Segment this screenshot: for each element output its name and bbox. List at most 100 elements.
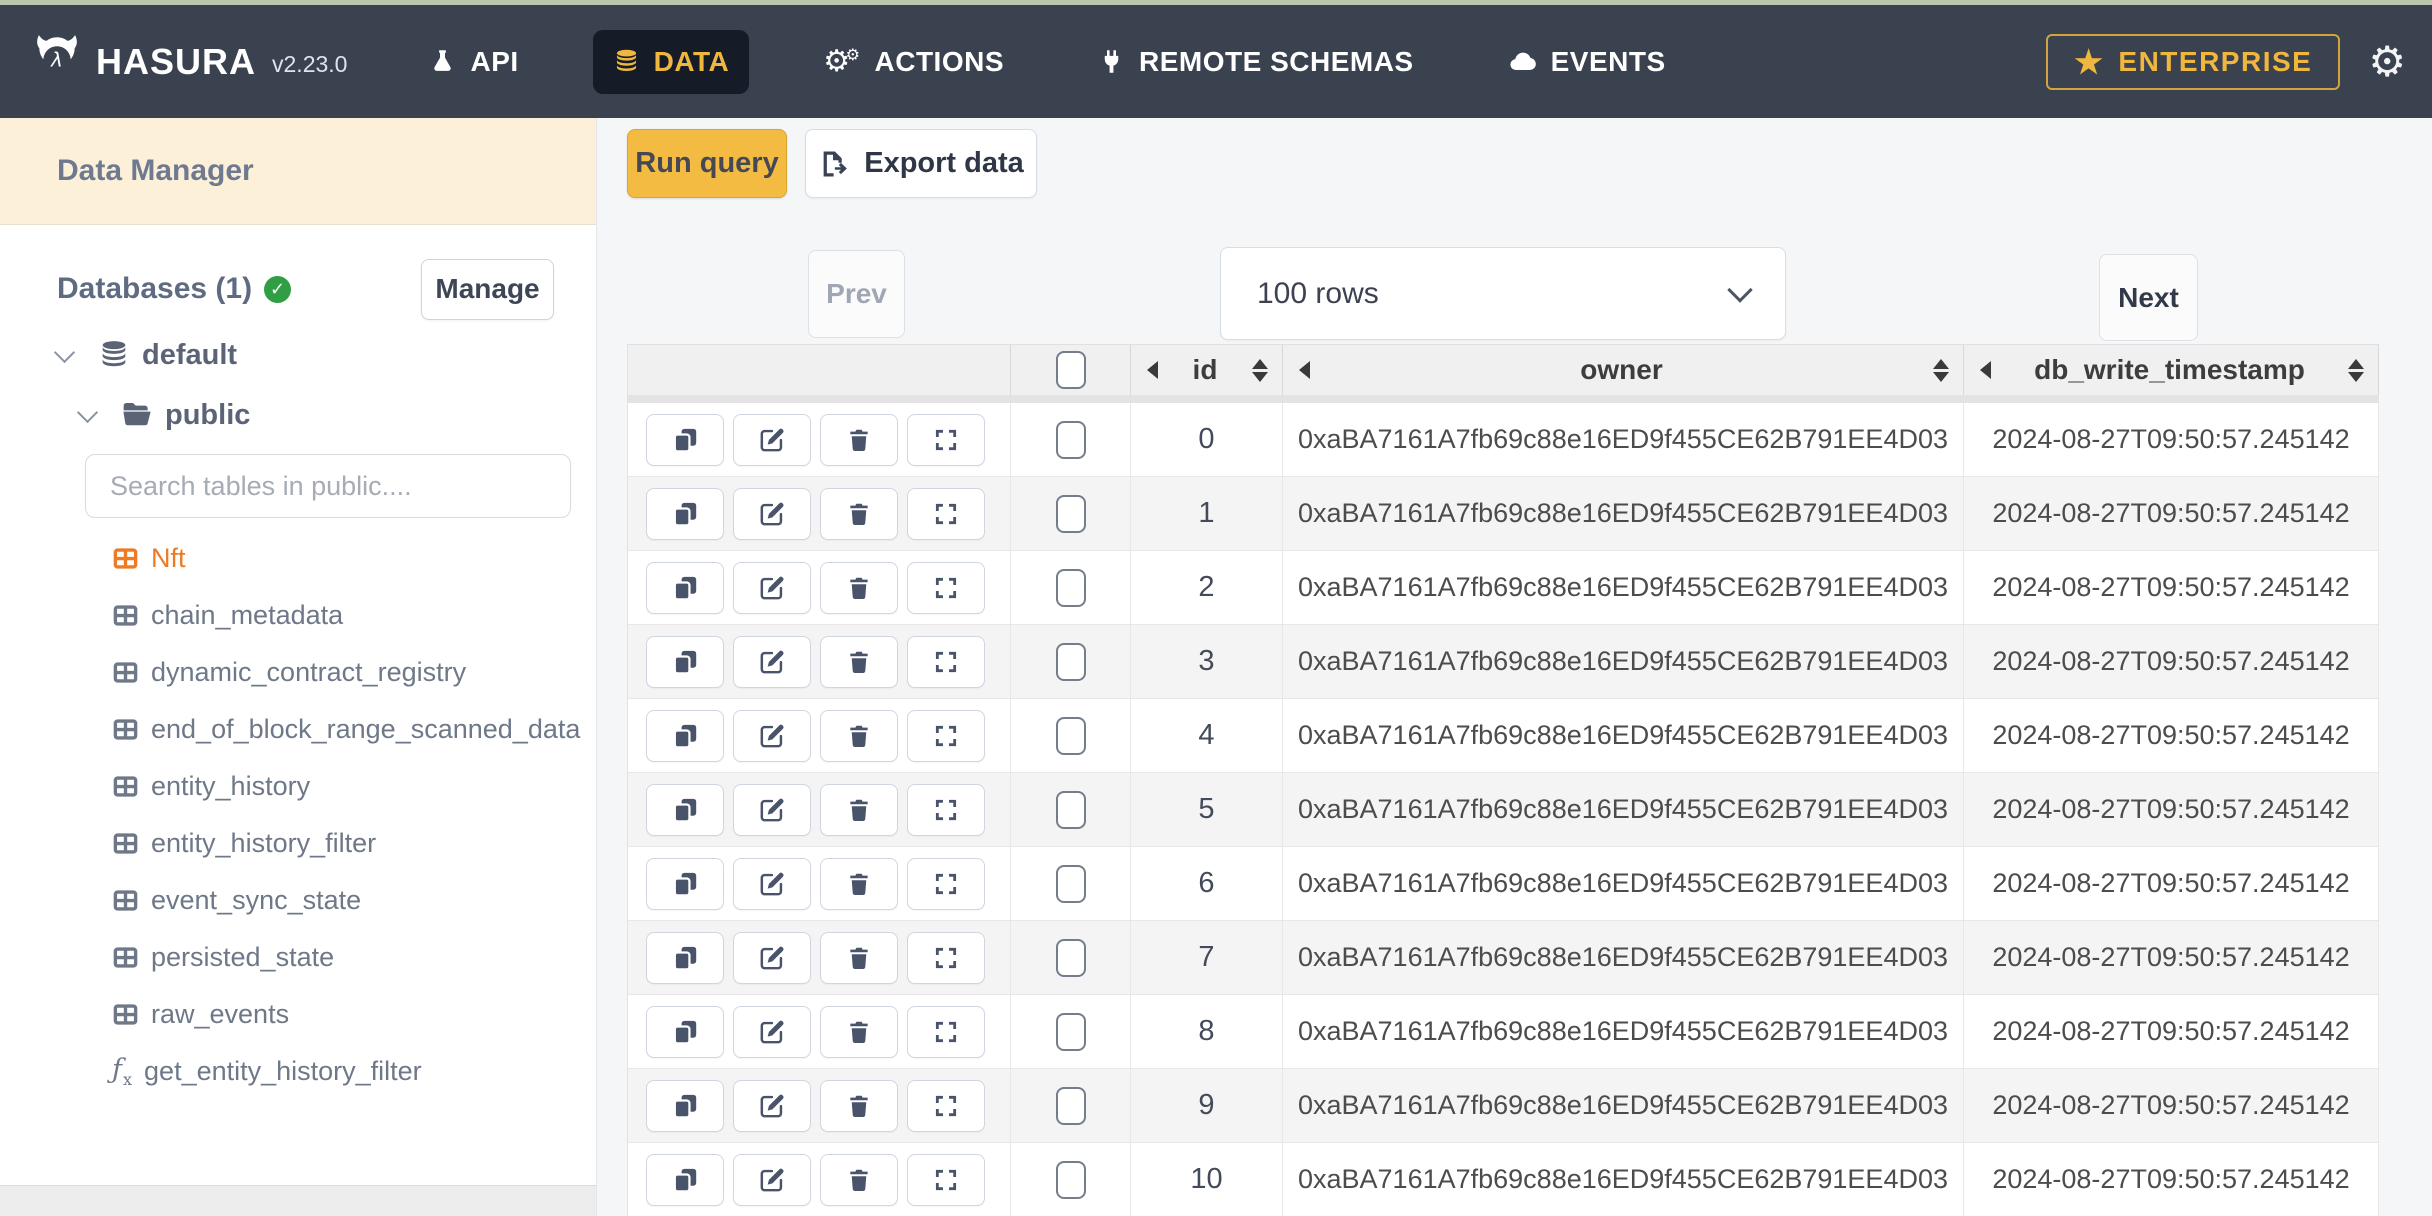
row-checkbox[interactable]	[1055, 790, 1086, 829]
owner-cell-value: 0xaBA7161A7fb69c88e16ED9f455CE62B791EE4D…	[1297, 498, 1948, 528]
copy-row-button[interactable]	[646, 709, 724, 762]
sort-icon[interactable]	[1252, 358, 1268, 382]
nav-item-remote-schemas[interactable]: REMOTE SCHEMAS	[1078, 30, 1434, 94]
next-page-button[interactable]: Next	[2099, 254, 2198, 341]
edit-row-button[interactable]	[733, 1005, 811, 1058]
delete-row-button[interactable]	[820, 413, 898, 466]
delete-row-button[interactable]	[820, 709, 898, 762]
expand-row-button[interactable]	[907, 1079, 985, 1132]
delete-row-button[interactable]	[820, 783, 898, 836]
row-checkbox[interactable]	[1055, 420, 1086, 459]
edit-row-button[interactable]	[733, 1153, 811, 1206]
row-checkbox[interactable]	[1055, 1012, 1086, 1051]
delete-row-button[interactable]	[820, 931, 898, 984]
sidebar-table-persisted_state[interactable]: persisted_state	[0, 929, 596, 986]
sidebar-table-dynamic_contract_registry[interactable]: dynamic_contract_registry	[0, 644, 596, 701]
row-checkbox[interactable]	[1055, 864, 1086, 903]
run-query-button[interactable]: Run query	[627, 129, 787, 198]
sort-icon[interactable]	[2348, 358, 2364, 382]
expand-row-button[interactable]	[907, 561, 985, 614]
row-checkbox[interactable]	[1055, 1160, 1086, 1199]
collapse-column-icon[interactable]	[1980, 361, 1991, 379]
sidebar-table-raw_events[interactable]: raw_events	[0, 986, 596, 1043]
edit-row-button[interactable]	[733, 709, 811, 762]
edit-row-button[interactable]	[733, 783, 811, 836]
expand-row-button[interactable]	[907, 709, 985, 762]
nav-item-actions[interactable]: ⚙⚙ ACTIONS	[803, 30, 1024, 94]
row-checkbox[interactable]	[1055, 568, 1086, 607]
column-label: owner	[1580, 354, 1663, 385]
delete-row-button[interactable]	[820, 561, 898, 614]
row-checkbox[interactable]	[1055, 716, 1086, 755]
row-checkbox-cell	[1011, 847, 1131, 921]
expand-row-button[interactable]	[907, 413, 985, 466]
expand-row-button[interactable]	[907, 1005, 985, 1058]
row-checkbox[interactable]	[1055, 1086, 1086, 1125]
nav-item-data[interactable]: DATA	[592, 29, 750, 94]
tree-node-default[interactable]: default	[0, 332, 596, 378]
copy-row-button[interactable]	[646, 561, 724, 614]
copy-row-button[interactable]	[646, 783, 724, 836]
row-checkbox[interactable]	[1055, 938, 1086, 977]
rows-per-page-select[interactable]: 100 rows	[1220, 247, 1786, 340]
edit-row-button[interactable]	[733, 857, 811, 910]
edit-row-button[interactable]	[733, 487, 811, 540]
header-column-db-write-timestamp[interactable]: db_write_timestamp	[1964, 345, 2379, 395]
copy-row-button[interactable]	[646, 413, 724, 466]
expand-row-button[interactable]	[907, 931, 985, 984]
delete-row-button[interactable]	[820, 1079, 898, 1132]
settings-gear-icon[interactable]: ⚙	[2368, 40, 2406, 83]
header-column-id[interactable]: id	[1131, 345, 1283, 395]
sidebar-table-entity_history_filter[interactable]: entity_history_filter	[0, 815, 596, 872]
sidebar-table-end_of_block_range_scanned_data[interactable]: end_of_block_range_scanned_data	[0, 701, 596, 758]
chevron-down-icon[interactable]	[76, 401, 99, 423]
edit-row-button[interactable]	[733, 413, 811, 466]
nav-item-api[interactable]: API	[409, 30, 538, 94]
nav-item-events[interactable]: EVENTS	[1488, 30, 1686, 94]
edit-row-button[interactable]	[733, 561, 811, 614]
owner-cell: 0xaBA7161A7fb69c88e16ED9f455CE62B791EE4D…	[1283, 995, 1964, 1069]
sidebar-table-get_entity_history_filter[interactable]: ƒx get_entity_history_filter	[0, 1043, 596, 1100]
copy-row-button[interactable]	[646, 1005, 724, 1058]
delete-row-button[interactable]	[820, 1005, 898, 1058]
sidebar-table-event_sync_state[interactable]: event_sync_state	[0, 872, 596, 929]
copy-row-button[interactable]	[646, 635, 724, 688]
edit-row-button[interactable]	[733, 931, 811, 984]
edit-row-button[interactable]	[733, 1079, 811, 1132]
sidebar-table-chain_metadata[interactable]: chain_metadata	[0, 587, 596, 644]
timestamp-cell: 2024-08-27T09:50:57.245142	[1964, 847, 2379, 921]
expand-row-button[interactable]	[907, 487, 985, 540]
collapse-column-icon[interactable]	[1147, 361, 1158, 379]
sidebar-table-Nft[interactable]: Nft	[0, 530, 596, 587]
export-data-button[interactable]: Export data	[805, 129, 1037, 198]
copy-row-button[interactable]	[646, 931, 724, 984]
prev-page-button[interactable]: Prev	[808, 250, 905, 338]
copy-row-button[interactable]	[646, 1079, 724, 1132]
header-column-owner[interactable]: owner	[1283, 345, 1964, 395]
sort-icon[interactable]	[1933, 358, 1949, 382]
copy-row-button[interactable]	[646, 857, 724, 910]
sidebar-table-entity_history[interactable]: entity_history	[0, 758, 596, 815]
enterprise-button[interactable]: ★ ENTERPRISE	[2046, 33, 2341, 90]
rows-select-value: 100 rows	[1257, 276, 1379, 310]
select-all-checkbox[interactable]	[1055, 351, 1086, 389]
expand-row-button[interactable]	[907, 635, 985, 688]
delete-row-button[interactable]	[820, 857, 898, 910]
copy-row-button[interactable]	[646, 1153, 724, 1206]
manage-button[interactable]: Manage	[421, 258, 554, 320]
search-input[interactable]	[85, 454, 571, 518]
chevron-down-icon[interactable]	[53, 341, 76, 363]
edit-row-button[interactable]	[733, 635, 811, 688]
expand-row-button[interactable]	[907, 857, 985, 910]
row-checkbox[interactable]	[1055, 642, 1086, 681]
delete-row-button[interactable]	[820, 487, 898, 540]
delete-row-button[interactable]	[820, 1153, 898, 1206]
tree-node-public[interactable]: public	[0, 392, 596, 438]
delete-row-button[interactable]	[820, 635, 898, 688]
collapse-column-icon[interactable]	[1299, 361, 1310, 379]
row-checkbox[interactable]	[1055, 494, 1086, 533]
hasura-logo-icon[interactable]: λ	[30, 33, 84, 91]
expand-row-button[interactable]	[907, 1153, 985, 1206]
expand-row-button[interactable]	[907, 783, 985, 836]
copy-row-button[interactable]	[646, 487, 724, 540]
